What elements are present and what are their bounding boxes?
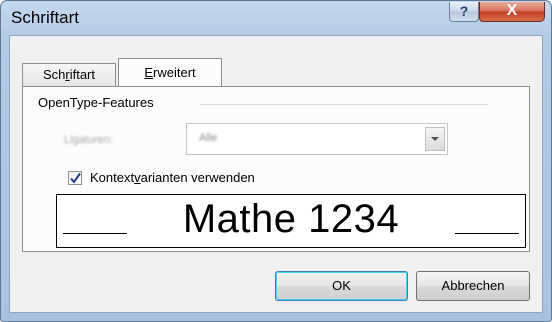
- ligatures-select[interactable]: Alle: [186, 123, 448, 155]
- cancel-button[interactable]: Abbrechen: [416, 271, 530, 301]
- tab-label-part: rweitert: [153, 65, 196, 80]
- chevron-down-icon[interactable]: [425, 127, 445, 151]
- close-button[interactable]: X: [479, 2, 545, 22]
- context-alternates-checkbox[interactable]: [68, 171, 82, 185]
- tab-schriftart[interactable]: Schriftart: [22, 63, 116, 87]
- preview-sample-text: Mathe 1234: [182, 197, 400, 241]
- opentype-group-label: OpenType-Features: [38, 95, 154, 110]
- group-divider: [200, 104, 488, 105]
- tab-label-part: Sch: [42, 67, 66, 82]
- ok-button[interactable]: OK: [275, 271, 408, 301]
- font-preview-box: Mathe 1234: [56, 194, 526, 248]
- checkmark-icon: [70, 172, 81, 184]
- label-part: Kontext: [90, 170, 135, 185]
- close-icon: X: [506, 2, 518, 19]
- tab-erweitert[interactable]: Erweitert: [118, 58, 222, 87]
- context-alternates-label[interactable]: Kontextvarianten verwenden: [90, 170, 255, 185]
- help-icon: ?: [459, 3, 469, 19]
- tab-label-part: iftart: [69, 67, 96, 82]
- label-part: arianten verwenden: [140, 170, 255, 185]
- tab-mnemonic: E: [144, 65, 154, 80]
- help-button[interactable]: ?: [449, 2, 479, 22]
- title-bar[interactable]: Schriftart ? X: [1, 1, 551, 35]
- preview-baseline-right: [455, 233, 519, 234]
- window-title: Schriftart: [11, 8, 80, 27]
- ligatures-selected-value: Alle: [199, 132, 218, 144]
- ligatures-label: Ligaturen:: [64, 134, 113, 146]
- tab-strip: Schriftart Erweitert: [22, 57, 222, 87]
